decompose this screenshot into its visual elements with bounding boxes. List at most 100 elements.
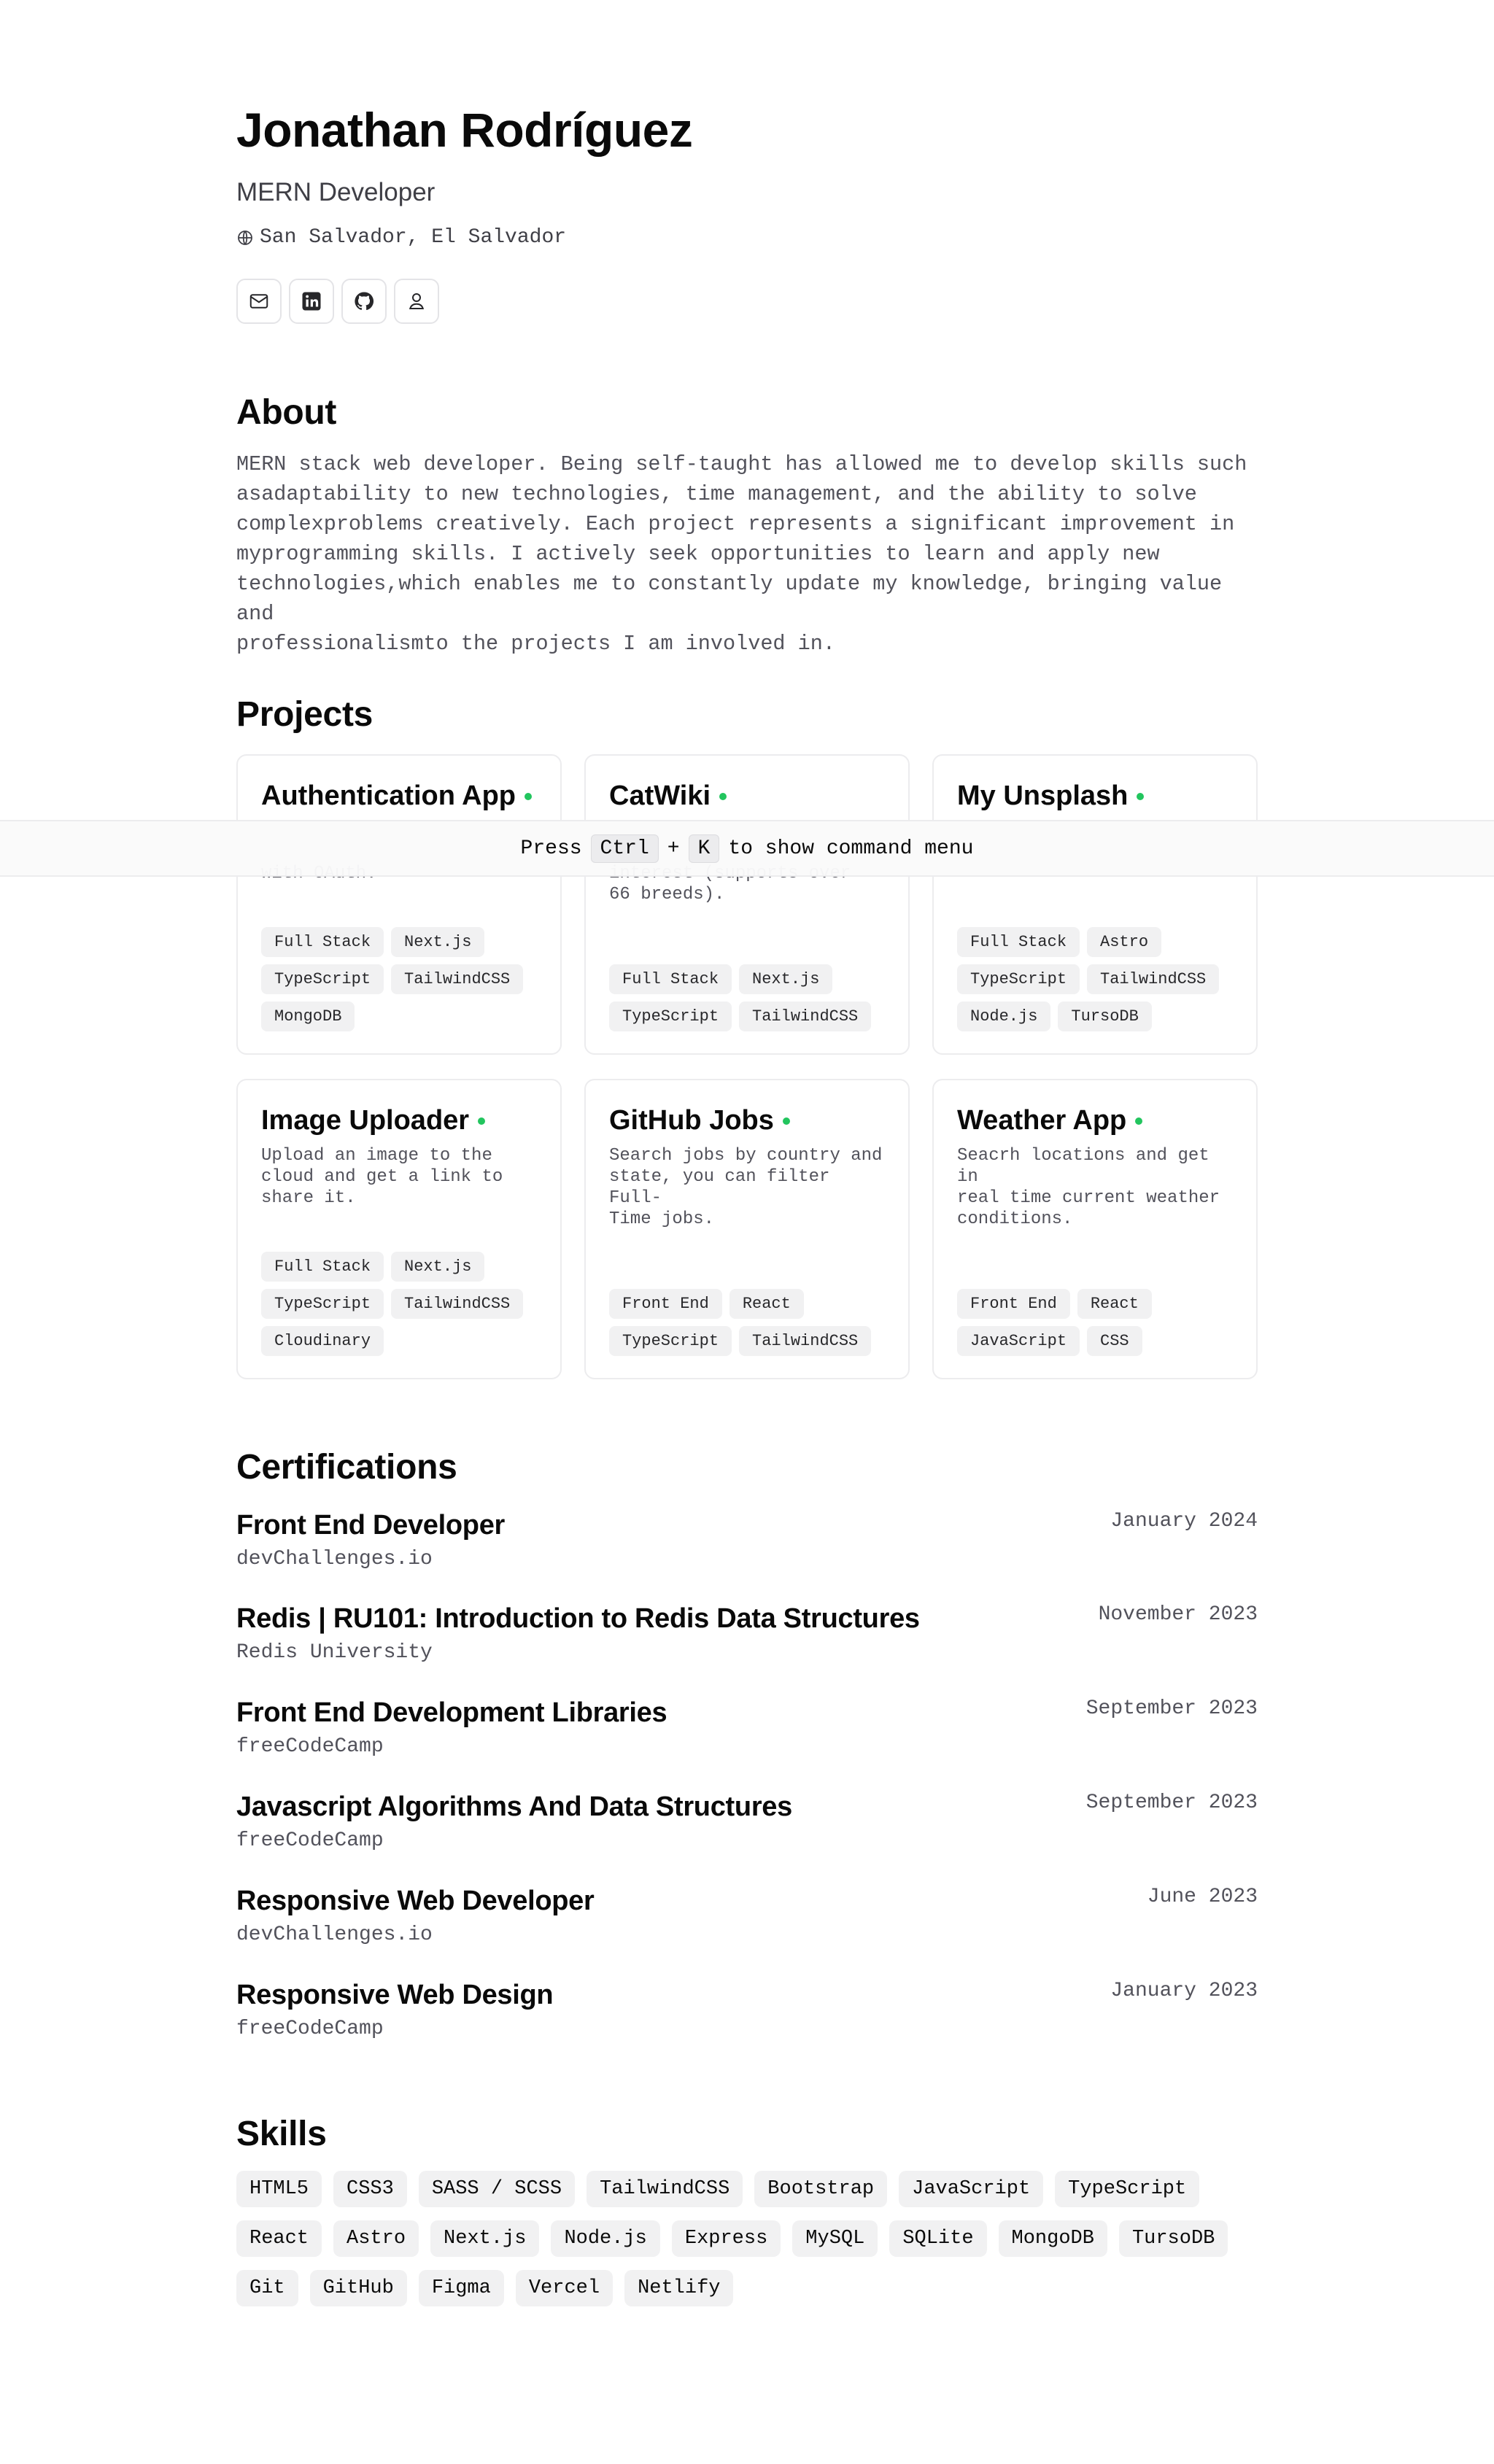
k-key: K xyxy=(688,834,720,863)
certification-date: September 2023 xyxy=(1085,1791,1258,1814)
project-title: Image Uploader xyxy=(261,1105,537,1136)
certification-issuer: freeCodeCamp xyxy=(236,2018,384,2040)
github-button[interactable] xyxy=(341,279,387,324)
tag: TailwindCSS xyxy=(739,1002,872,1031)
profile-location[interactable]: San Salvador, El Salvador xyxy=(236,226,566,249)
certification-item: Redis | RU101: Introduction to Redis Dat… xyxy=(236,1603,1258,1684)
project-tags: Front End React TypeScript TailwindCSS xyxy=(609,1289,886,1356)
project-title-text: Image Uploader xyxy=(261,1105,470,1136)
skill-badge: Node.js xyxy=(551,2220,660,2257)
status-dot xyxy=(782,1117,790,1125)
skills-heading: Skills xyxy=(236,2115,327,2153)
project-card-weather-app[interactable]: Weather App Seacrh locations and get in … xyxy=(932,1079,1258,1379)
certification-title: Javascript Algorithms And Data Structure… xyxy=(236,1791,792,1822)
skill-badge: Vercel xyxy=(515,2270,614,2306)
tag: Full Stack xyxy=(957,927,1080,957)
project-title: Authentication App xyxy=(261,780,537,812)
tag: React xyxy=(729,1289,804,1319)
certification-item: Javascript Algorithms And Data Structure… xyxy=(236,1791,1258,1872)
tag: TailwindCSS xyxy=(391,1289,524,1319)
skill-badge: HTML5 xyxy=(236,2171,322,2207)
tag: TypeScript xyxy=(609,1002,732,1031)
tag: Front End xyxy=(957,1289,1070,1319)
project-title-text: Weather App xyxy=(957,1105,1127,1136)
mail-icon xyxy=(249,294,268,309)
project-card-image-uploader[interactable]: Image Uploader Upload an image to the cl… xyxy=(236,1079,562,1379)
tag: Next.js xyxy=(391,927,485,957)
project-title: Weather App xyxy=(957,1105,1233,1136)
tag: CSS xyxy=(1087,1326,1142,1356)
tag: Next.js xyxy=(391,1252,485,1282)
skill-badge: TypeScript xyxy=(1055,2171,1200,2207)
tag: Front End xyxy=(609,1289,722,1319)
project-title-text: My Unsplash xyxy=(957,780,1129,811)
skill-badge: SASS / SCSS xyxy=(418,2171,576,2207)
project-title: GitHub Jobs xyxy=(609,1105,885,1136)
tag: TursoDB xyxy=(1058,1002,1152,1031)
command-menu-hint[interactable]: Press Ctrl + K to show command menu xyxy=(0,820,1494,877)
tag: TailwindCSS xyxy=(1087,964,1220,994)
tag: TypeScript xyxy=(261,964,384,994)
project-tags: Front End React JavaScript CSS xyxy=(957,1289,1234,1356)
skills-list: HTML5 CSS3 SASS / SCSS TailwindCSS Boots… xyxy=(236,2171,1258,2306)
skill-badge: TursoDB xyxy=(1118,2220,1228,2257)
certification-title: Responsive Web Design xyxy=(236,1980,554,2010)
certification-title: Front End Development Libraries xyxy=(236,1697,667,1728)
profile-button[interactable] xyxy=(394,279,439,324)
project-title: CatWiki xyxy=(609,780,885,812)
about-text: MERN stack web developer. Being self-tau… xyxy=(236,452,1247,656)
skill-badge: Astro xyxy=(333,2220,419,2257)
tag: Full Stack xyxy=(261,927,384,957)
tag: Full Stack xyxy=(609,964,732,994)
certification-issuer: devChallenges.io xyxy=(236,1548,433,1570)
tag: TailwindCSS xyxy=(391,964,524,994)
project-title: My Unsplash xyxy=(957,780,1233,812)
certification-date: January 2024 xyxy=(1110,1510,1258,1533)
skill-badge: SQLite xyxy=(889,2220,987,2257)
project-card-my-unsplash[interactable]: My Unsplash Full Stack Astro TypeScript … xyxy=(932,754,1258,1055)
tag: TailwindCSS xyxy=(739,1326,872,1356)
skill-badge: MySQL xyxy=(792,2220,878,2257)
certification-issuer: Redis University xyxy=(236,1641,433,1664)
project-description: Upload an image to the cloud and get a l… xyxy=(261,1146,503,1208)
about-heading: About xyxy=(236,393,337,432)
command-hint-suffix: to show command menu xyxy=(728,837,974,860)
project-card-catwiki[interactable]: CatWiki interest (supports over 66 breed… xyxy=(584,754,910,1055)
certification-title: Front End Developer xyxy=(236,1510,506,1541)
status-dot xyxy=(719,792,727,800)
project-description: Seacrh locations and get in real time cu… xyxy=(957,1146,1220,1229)
project-tags: Full Stack Next.js TypeScript TailwindCS… xyxy=(609,964,886,1031)
skill-badge: Next.js xyxy=(430,2220,540,2257)
tag: Full Stack xyxy=(261,1252,384,1282)
certification-item: Responsive Web Developer devChallenges.i… xyxy=(236,1886,1258,1966)
command-hint-prefix: Press xyxy=(520,837,582,860)
project-tags: Full Stack Next.js TypeScript TailwindCS… xyxy=(261,1252,538,1356)
certification-title: Responsive Web Developer xyxy=(236,1886,595,1916)
tag: Astro xyxy=(1087,927,1162,957)
skill-badge: TailwindCSS xyxy=(587,2171,743,2207)
linkedin-button[interactable] xyxy=(289,279,334,324)
ctrl-key: Ctrl xyxy=(590,834,659,863)
skill-badge: GitHub xyxy=(309,2270,407,2306)
project-title-text: CatWiki xyxy=(609,780,711,811)
certification-issuer: devChallenges.io xyxy=(236,1923,433,1946)
skill-badge: Figma xyxy=(418,2270,504,2306)
tag: Node.js xyxy=(957,1002,1051,1031)
certification-item: Responsive Web Design freeCodeCamp Janua… xyxy=(236,1980,1258,2060)
email-button[interactable] xyxy=(236,279,282,324)
certification-issuer: freeCodeCamp xyxy=(236,1735,384,1758)
projects-heading: Projects xyxy=(236,695,374,734)
status-dot xyxy=(1137,792,1145,800)
project-card-github-jobs[interactable]: GitHub Jobs Search jobs by country and s… xyxy=(584,1079,910,1379)
github-icon xyxy=(355,292,374,311)
project-tags: Full Stack Astro TypeScript TailwindCSS … xyxy=(957,927,1234,1031)
skill-badge: Express xyxy=(671,2220,781,2257)
plus-sign: + xyxy=(667,837,680,860)
skill-badge: Netlify xyxy=(624,2270,734,2306)
linkedin-icon xyxy=(302,292,321,311)
location-text: San Salvador, El Salvador xyxy=(260,226,567,249)
project-title-text: Authentication App xyxy=(261,780,516,811)
project-card-authentication-app[interactable]: Authentication App with OAuth. Full Stac… xyxy=(236,754,562,1055)
certifications-heading: Certifications xyxy=(236,1448,457,1487)
certification-item: Front End Developer devChallenges.io Jan… xyxy=(236,1510,1258,1590)
